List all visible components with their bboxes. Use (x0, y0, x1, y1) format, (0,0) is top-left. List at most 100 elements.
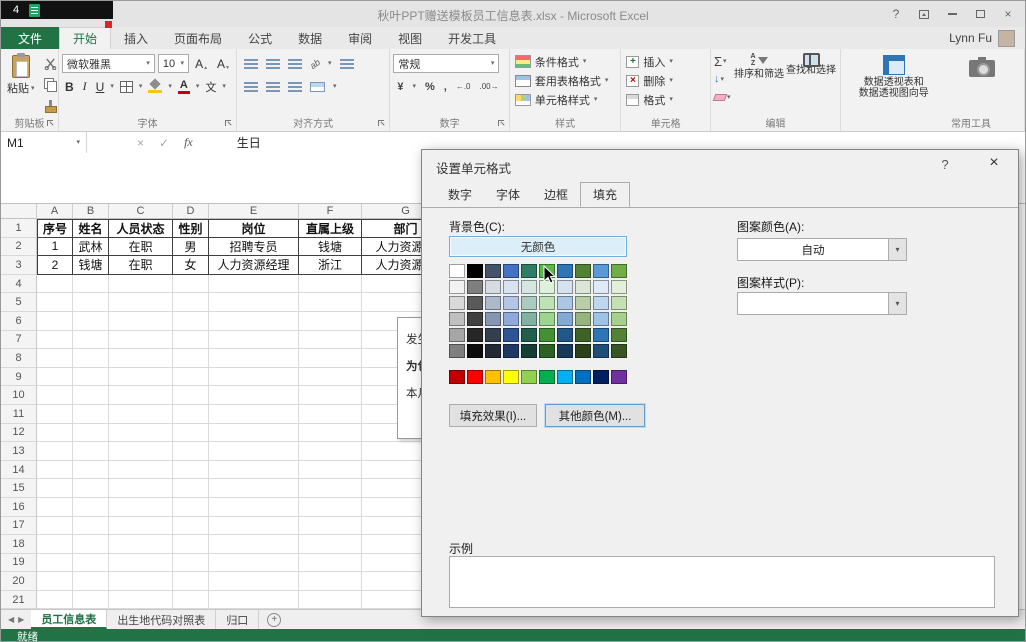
pattern-color-dropdown[interactable]: 自动 ▾ (737, 238, 907, 261)
cell-E17[interactable] (209, 517, 299, 536)
cut-button[interactable] (41, 55, 61, 72)
decrease-decimal-icon[interactable]: .00→ (480, 82, 499, 91)
select-all-button[interactable] (1, 204, 37, 219)
align-middle-icon[interactable] (266, 59, 280, 69)
percent-icon[interactable]: % (425, 81, 435, 93)
column-header-E[interactable]: E (209, 204, 299, 219)
fill-effects-button[interactable]: 填充效果(I)... (449, 404, 537, 427)
sheet-tab-birthplace-codes[interactable]: 出生地代码对照表 (107, 610, 216, 629)
cell-D9[interactable] (173, 368, 209, 387)
cell-D14[interactable] (173, 461, 209, 480)
cell-D3[interactable]: 女 (173, 256, 209, 275)
cell-A15[interactable] (37, 479, 73, 498)
color-swatch[interactable] (575, 264, 591, 278)
standard-color-swatch[interactable] (449, 370, 465, 384)
cell-E8[interactable] (209, 349, 299, 368)
color-swatch[interactable] (521, 312, 537, 326)
conditional-formatting-button[interactable]: 条件格式▾ (513, 52, 618, 71)
color-swatch[interactable] (611, 344, 627, 358)
cell-B2[interactable]: 武林 (73, 238, 109, 257)
cell-C1[interactable]: 人员状态 (109, 219, 173, 238)
increase-font-icon[interactable]: A (192, 57, 211, 71)
format-as-table-button[interactable]: 套用表格格式▾ (513, 71, 618, 90)
color-swatch[interactable] (503, 328, 519, 342)
font-name-combo[interactable]: 微软雅黑▾ (62, 54, 155, 73)
color-swatch[interactable] (593, 312, 609, 326)
column-header-A[interactable]: A (37, 204, 73, 219)
color-swatch[interactable] (575, 296, 591, 310)
color-swatch[interactable] (593, 296, 609, 310)
cell-B13[interactable] (73, 442, 109, 461)
color-swatch[interactable] (521, 280, 537, 294)
column-header-B[interactable]: B (73, 204, 109, 219)
help-icon[interactable]: ? (883, 5, 909, 23)
cell-A14[interactable] (37, 461, 73, 480)
cell-C3[interactable]: 在职 (109, 256, 173, 275)
cell-E1[interactable]: 岗位 (209, 219, 299, 238)
pivot-wizard-button[interactable]: 数据透视表和数据透视图向导 (848, 54, 939, 100)
minimize-icon[interactable] (939, 5, 965, 23)
row-header-16[interactable]: 16 (1, 498, 37, 517)
color-swatch[interactable] (611, 264, 627, 278)
cell-B16[interactable] (73, 498, 109, 517)
cell-B7[interactable] (73, 331, 109, 350)
cell-C2[interactable]: 在职 (109, 238, 173, 257)
sort-filter-button[interactable]: AZ 排序和筛选 (733, 52, 785, 116)
color-swatch[interactable] (467, 280, 483, 294)
color-swatch[interactable] (557, 264, 573, 278)
cell-F5[interactable] (299, 293, 362, 312)
color-swatch[interactable] (503, 344, 519, 358)
cell-C6[interactable] (109, 312, 173, 331)
cell-E9[interactable] (209, 368, 299, 387)
find-select-button[interactable]: 查找和选择 (785, 52, 837, 116)
cell-A18[interactable] (37, 535, 73, 554)
color-swatch[interactable] (449, 344, 465, 358)
cell-A20[interactable] (37, 572, 73, 591)
user-account[interactable]: Lynn Fu (949, 27, 1025, 49)
cell-F3[interactable]: 浙江 (299, 256, 362, 275)
pattern-color-dropdown-icon[interactable]: ▾ (888, 239, 906, 260)
new-sheet-button[interactable]: + (267, 613, 281, 627)
color-swatch[interactable] (539, 328, 555, 342)
sheet-tab-guikou[interactable]: 归口 (216, 610, 259, 629)
color-swatch[interactable] (449, 264, 465, 278)
font-color-button[interactable]: A (175, 80, 193, 94)
color-swatch[interactable] (485, 264, 501, 278)
row-header-18[interactable]: 18 (1, 535, 37, 554)
color-swatch[interactable] (521, 264, 537, 278)
row-header-8[interactable]: 8 (1, 349, 37, 368)
cancel-entry-icon[interactable]: × (137, 136, 144, 150)
phonetic-button[interactable]: 文 (202, 79, 219, 95)
align-left-icon[interactable] (244, 82, 258, 92)
color-swatch[interactable] (593, 328, 609, 342)
ribbon-tab-formulas[interactable]: 公式 (235, 27, 285, 49)
cell-A4[interactable] (37, 275, 73, 294)
cell-F17[interactable] (299, 517, 362, 536)
color-swatch[interactable] (539, 312, 555, 326)
currency-icon[interactable]: ¥ (397, 81, 403, 93)
format-cells-button[interactable]: 格式▾ (624, 90, 707, 109)
row-header-5[interactable]: 5 (1, 293, 37, 312)
color-swatch[interactable] (557, 344, 573, 358)
cell-C11[interactable] (109, 405, 173, 424)
color-swatch[interactable] (521, 296, 537, 310)
cell-D5[interactable] (173, 293, 209, 312)
cell-E15[interactable] (209, 479, 299, 498)
cell-E14[interactable] (209, 461, 299, 480)
standard-color-swatch[interactable] (557, 370, 573, 384)
row-header-4[interactable]: 4 (1, 275, 37, 294)
cell-A17[interactable] (37, 517, 73, 536)
cell-F9[interactable] (299, 368, 362, 387)
cell-F14[interactable] (299, 461, 362, 480)
cell-D21[interactable] (173, 591, 209, 610)
cell-B19[interactable] (73, 554, 109, 573)
row-header-10[interactable]: 10 (1, 386, 37, 405)
row-header-21[interactable]: 21 (1, 591, 37, 610)
row-header-6[interactable]: 6 (1, 312, 37, 331)
cell-C13[interactable] (109, 442, 173, 461)
cell-A2[interactable]: 1 (37, 238, 73, 257)
ribbon-tab-developer[interactable]: 开发工具 (435, 27, 509, 49)
ribbon-tab-data[interactable]: 数据 (285, 27, 335, 49)
color-swatch[interactable] (557, 280, 573, 294)
cell-B8[interactable] (73, 349, 109, 368)
